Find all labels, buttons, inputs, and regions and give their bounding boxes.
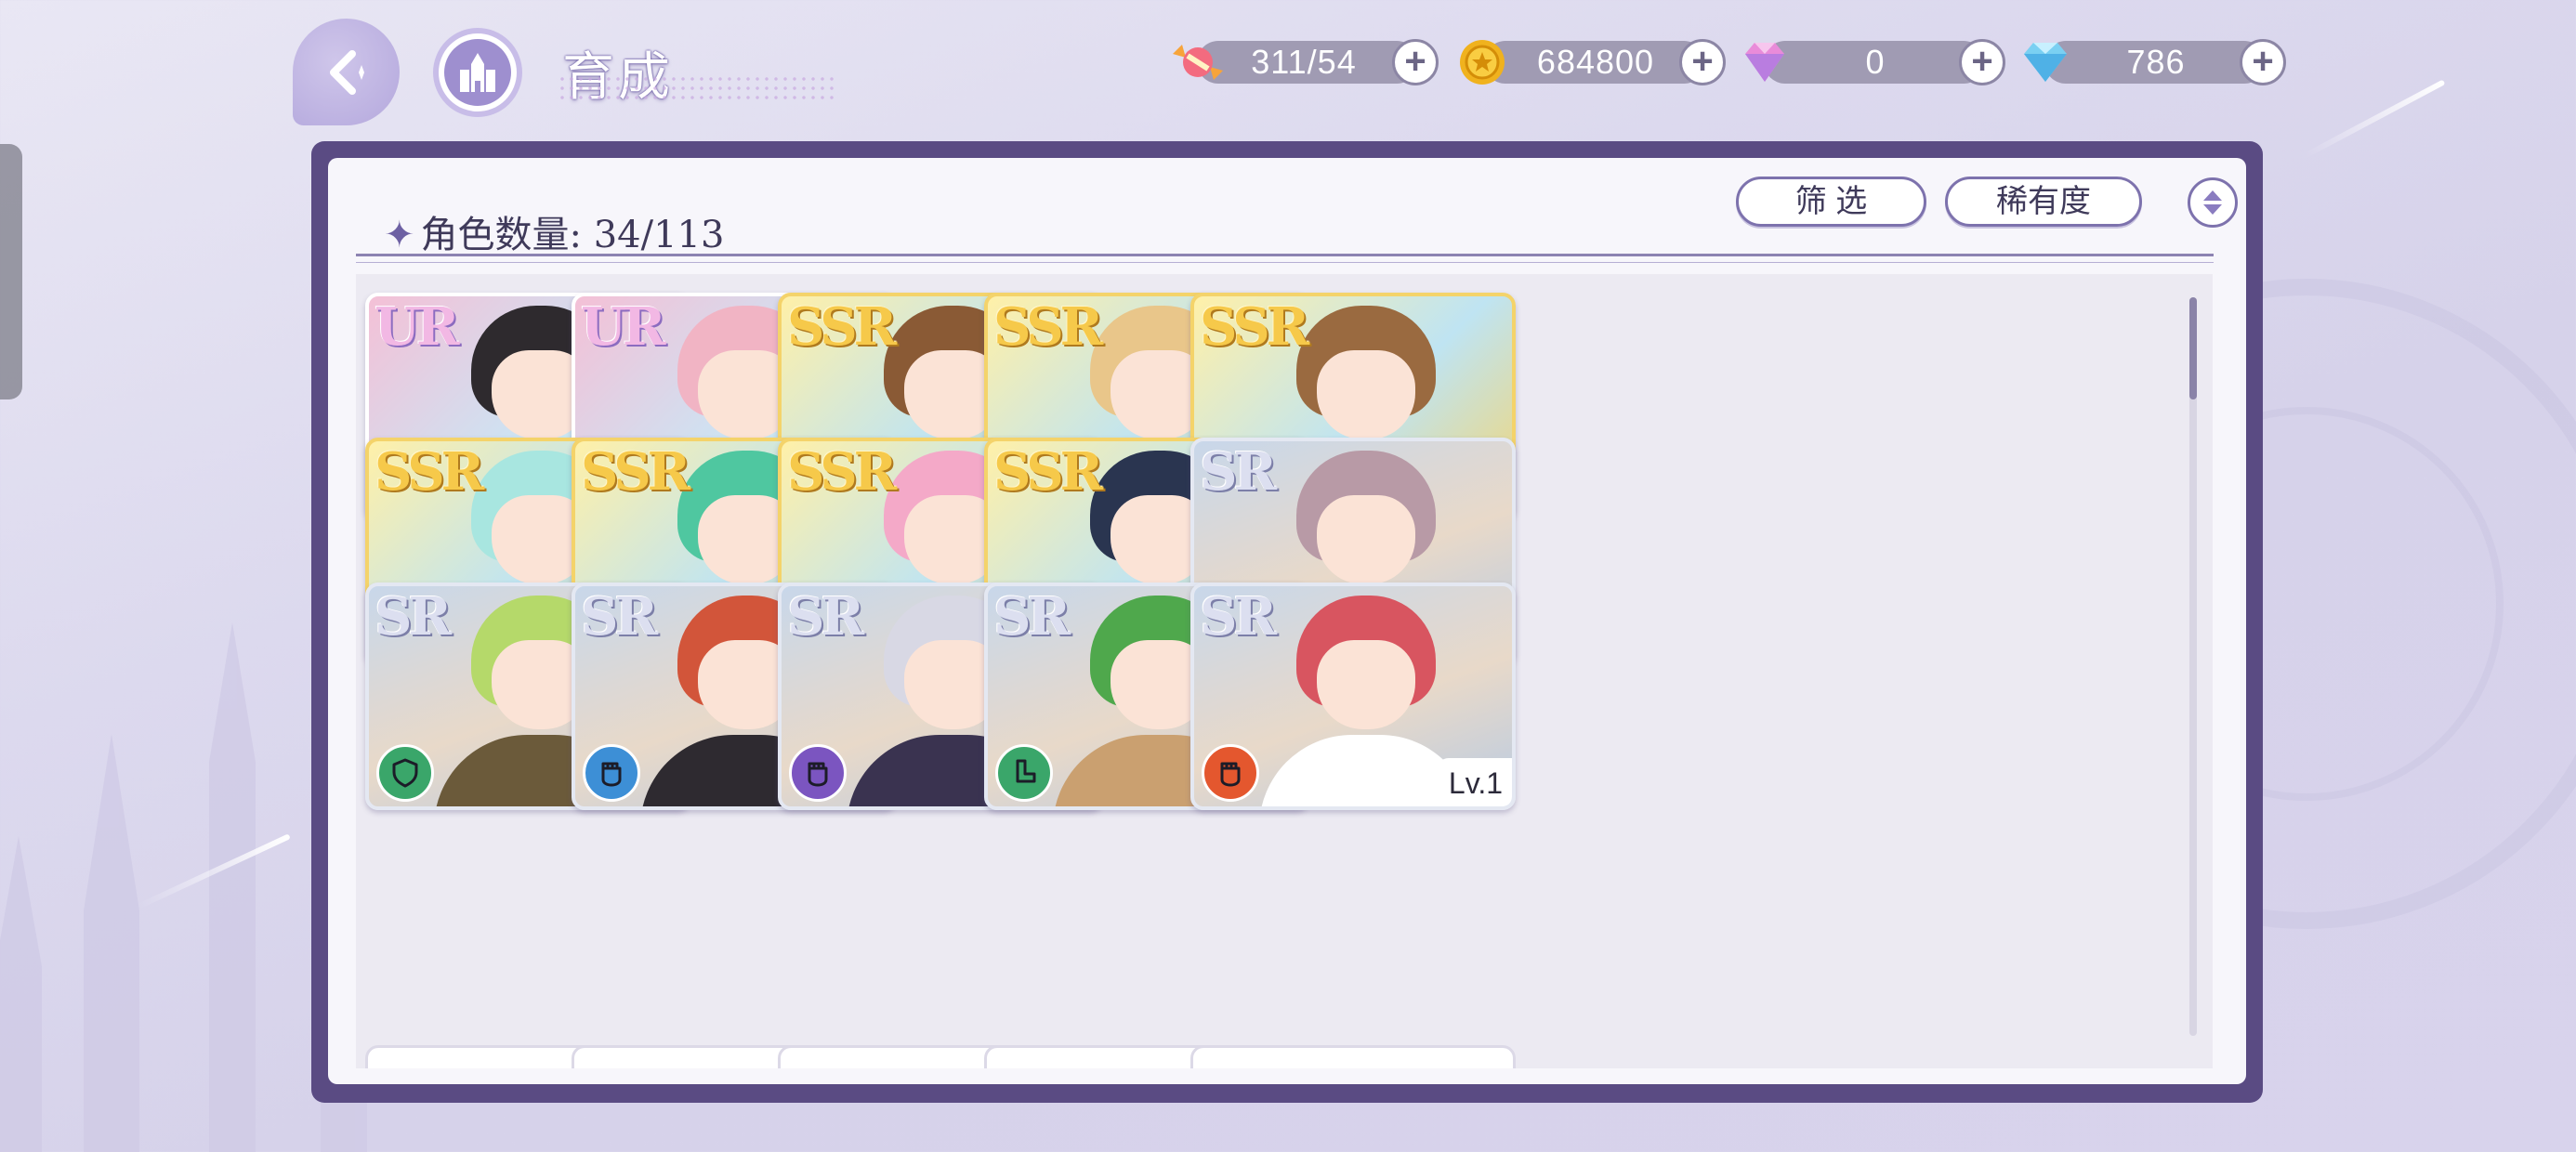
fist-icon bbox=[601, 762, 622, 787]
rarity-badge: SR bbox=[581, 586, 658, 648]
element-badge bbox=[376, 744, 434, 802]
rarity-badge: SSR bbox=[787, 296, 897, 358]
fist-icon bbox=[808, 762, 828, 787]
rarity-badge: SSR bbox=[581, 441, 690, 503]
element-badge bbox=[583, 744, 640, 802]
character-card[interactable]: SR Lv.1 bbox=[1190, 583, 1516, 810]
rarity-badge: SSR bbox=[375, 441, 484, 503]
home-button[interactable] bbox=[433, 28, 522, 117]
character-count-label: ✦ 角色数量: 34/113 bbox=[384, 214, 725, 256]
add-candy-button[interactable]: + bbox=[1392, 39, 1439, 85]
character-card-partial[interactable] bbox=[1190, 1045, 1516, 1068]
currency-coin: 684800 + bbox=[1456, 39, 1726, 85]
pink-diamond-icon bbox=[1745, 43, 1784, 82]
currency-value: 786 bbox=[2126, 43, 2186, 81]
side-pull-tab[interactable] bbox=[0, 144, 22, 399]
currency-pink-gem: 0 + bbox=[1736, 39, 2005, 85]
currency-blue-gem: 786 + bbox=[2017, 39, 2286, 85]
back-button[interactable] bbox=[293, 19, 400, 125]
level-label: Lv.1 bbox=[1435, 758, 1512, 806]
element-badge bbox=[1202, 744, 1259, 802]
candy-icon bbox=[1173, 45, 1223, 80]
sort-rarity-button[interactable]: 稀有度 bbox=[1945, 177, 2142, 227]
scrollbar-thumb[interactable] bbox=[2189, 297, 2197, 399]
element-badge bbox=[995, 744, 1053, 802]
rarity-badge: SSR bbox=[1200, 296, 1309, 358]
add-coin-button[interactable]: + bbox=[1679, 39, 1726, 85]
title-decoration bbox=[558, 74, 836, 102]
currency-candy: 311/54 + bbox=[1169, 39, 1439, 85]
sort-order-icon bbox=[2203, 190, 2222, 215]
character-grid[interactable]: URLv.1URLv.25SSRLv.1SSRLv.1SSRLv.1SSRLv.… bbox=[356, 274, 2213, 1068]
filter-button[interactable]: 筛 选 bbox=[1736, 177, 1926, 227]
divider bbox=[356, 262, 2214, 263]
divider bbox=[356, 254, 2214, 256]
light-streak bbox=[2303, 79, 2446, 159]
shield-icon bbox=[392, 758, 418, 788]
rarity-badge: SR bbox=[1200, 441, 1277, 503]
boot-icon bbox=[1016, 759, 1036, 783]
currency-value: 684800 bbox=[1536, 43, 1655, 81]
rarity-badge: UR bbox=[581, 296, 665, 358]
rarity-badge: SSR bbox=[787, 441, 897, 503]
rarity-badge: SR bbox=[993, 586, 1071, 648]
rarity-badge: SR bbox=[375, 586, 452, 648]
sparkle-icon: ✦ bbox=[384, 214, 415, 256]
rarity-badge: UR bbox=[375, 296, 459, 358]
add-pink-gem-button[interactable]: + bbox=[1959, 39, 2005, 85]
character-panel: ✦角色数量: 34/113 筛 选 稀有度 URLv.1URLv.25SSRLv… bbox=[311, 141, 2263, 1103]
rarity-badge: SR bbox=[787, 586, 864, 648]
add-blue-gem-button[interactable]: + bbox=[2240, 39, 2286, 85]
rarity-badge: SSR bbox=[993, 296, 1103, 358]
blue-diamond-icon bbox=[2024, 43, 2067, 82]
scrollbar[interactable] bbox=[2189, 297, 2197, 1036]
gold-coin-icon bbox=[1460, 40, 1505, 85]
currency-value: 311/54 bbox=[1251, 43, 1357, 81]
rarity-badge: SR bbox=[1200, 586, 1277, 648]
back-arrow-icon bbox=[329, 49, 364, 95]
currency-value: 0 bbox=[1865, 43, 1886, 81]
sort-order-toggle[interactable] bbox=[2188, 177, 2238, 228]
fist-icon bbox=[1220, 762, 1241, 787]
rarity-badge: SSR bbox=[993, 441, 1103, 503]
castle-icon bbox=[460, 53, 495, 92]
element-badge bbox=[789, 744, 847, 802]
